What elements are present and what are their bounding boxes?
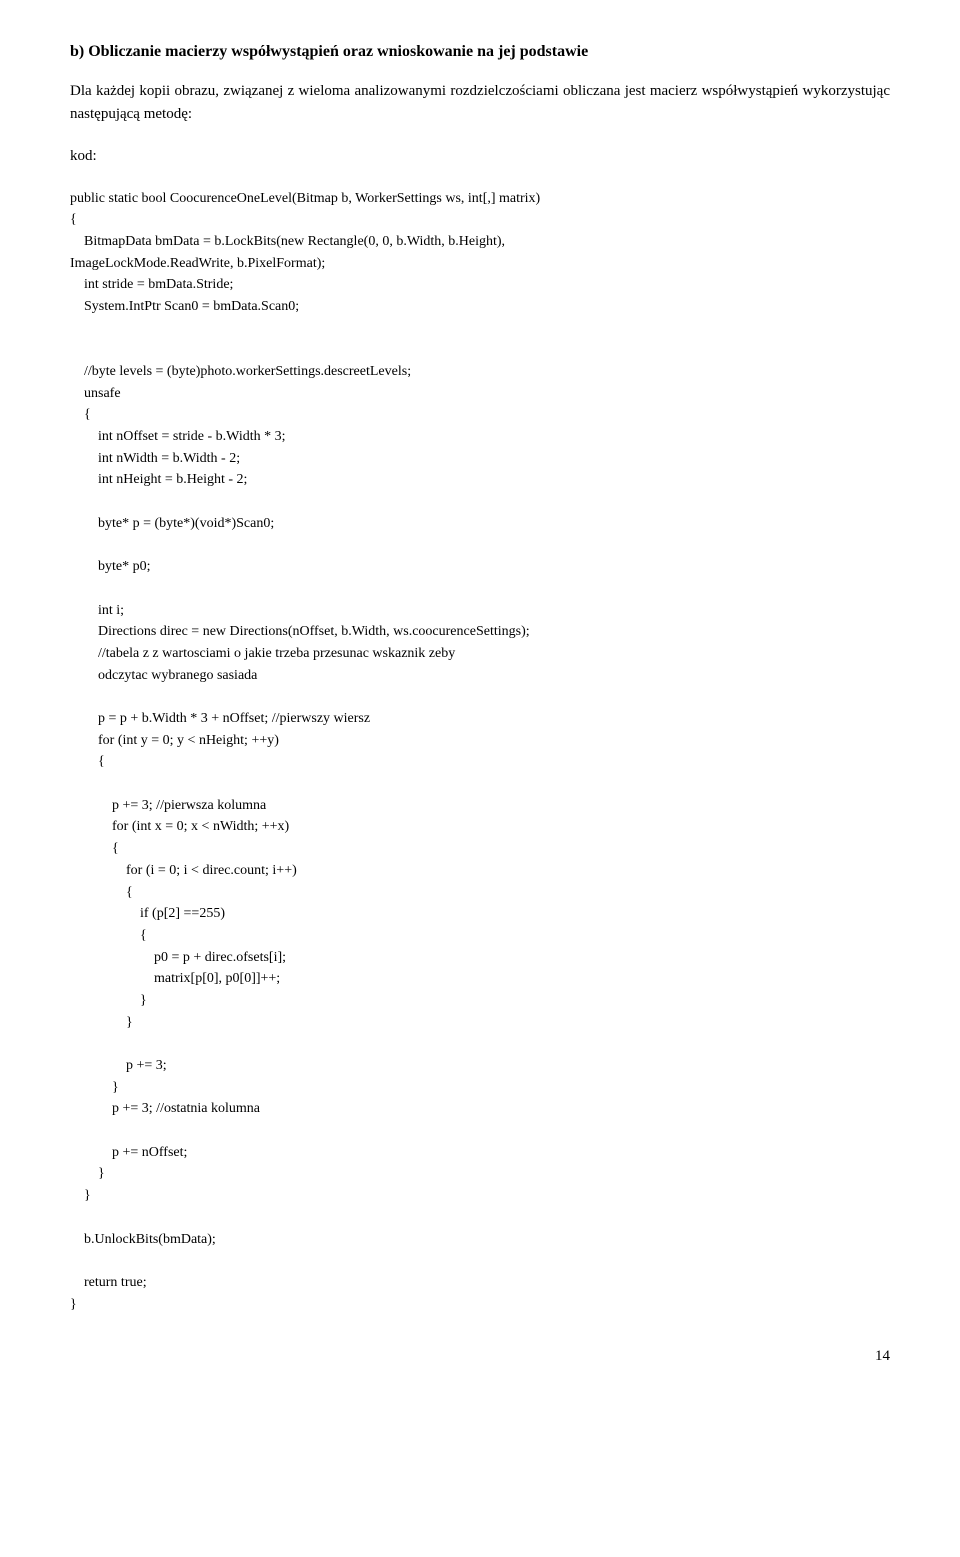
page-number: 14	[70, 1345, 890, 1368]
section-heading: b) Obliczanie macierzy współwystąpień or…	[70, 40, 890, 64]
code-listing: public static bool CoocurenceOneLevel(Bi…	[70, 188, 890, 1316]
intro-paragraph: Dla każdej kopii obrazu, związanej z wie…	[70, 80, 890, 125]
code-label: kod:	[70, 145, 890, 168]
